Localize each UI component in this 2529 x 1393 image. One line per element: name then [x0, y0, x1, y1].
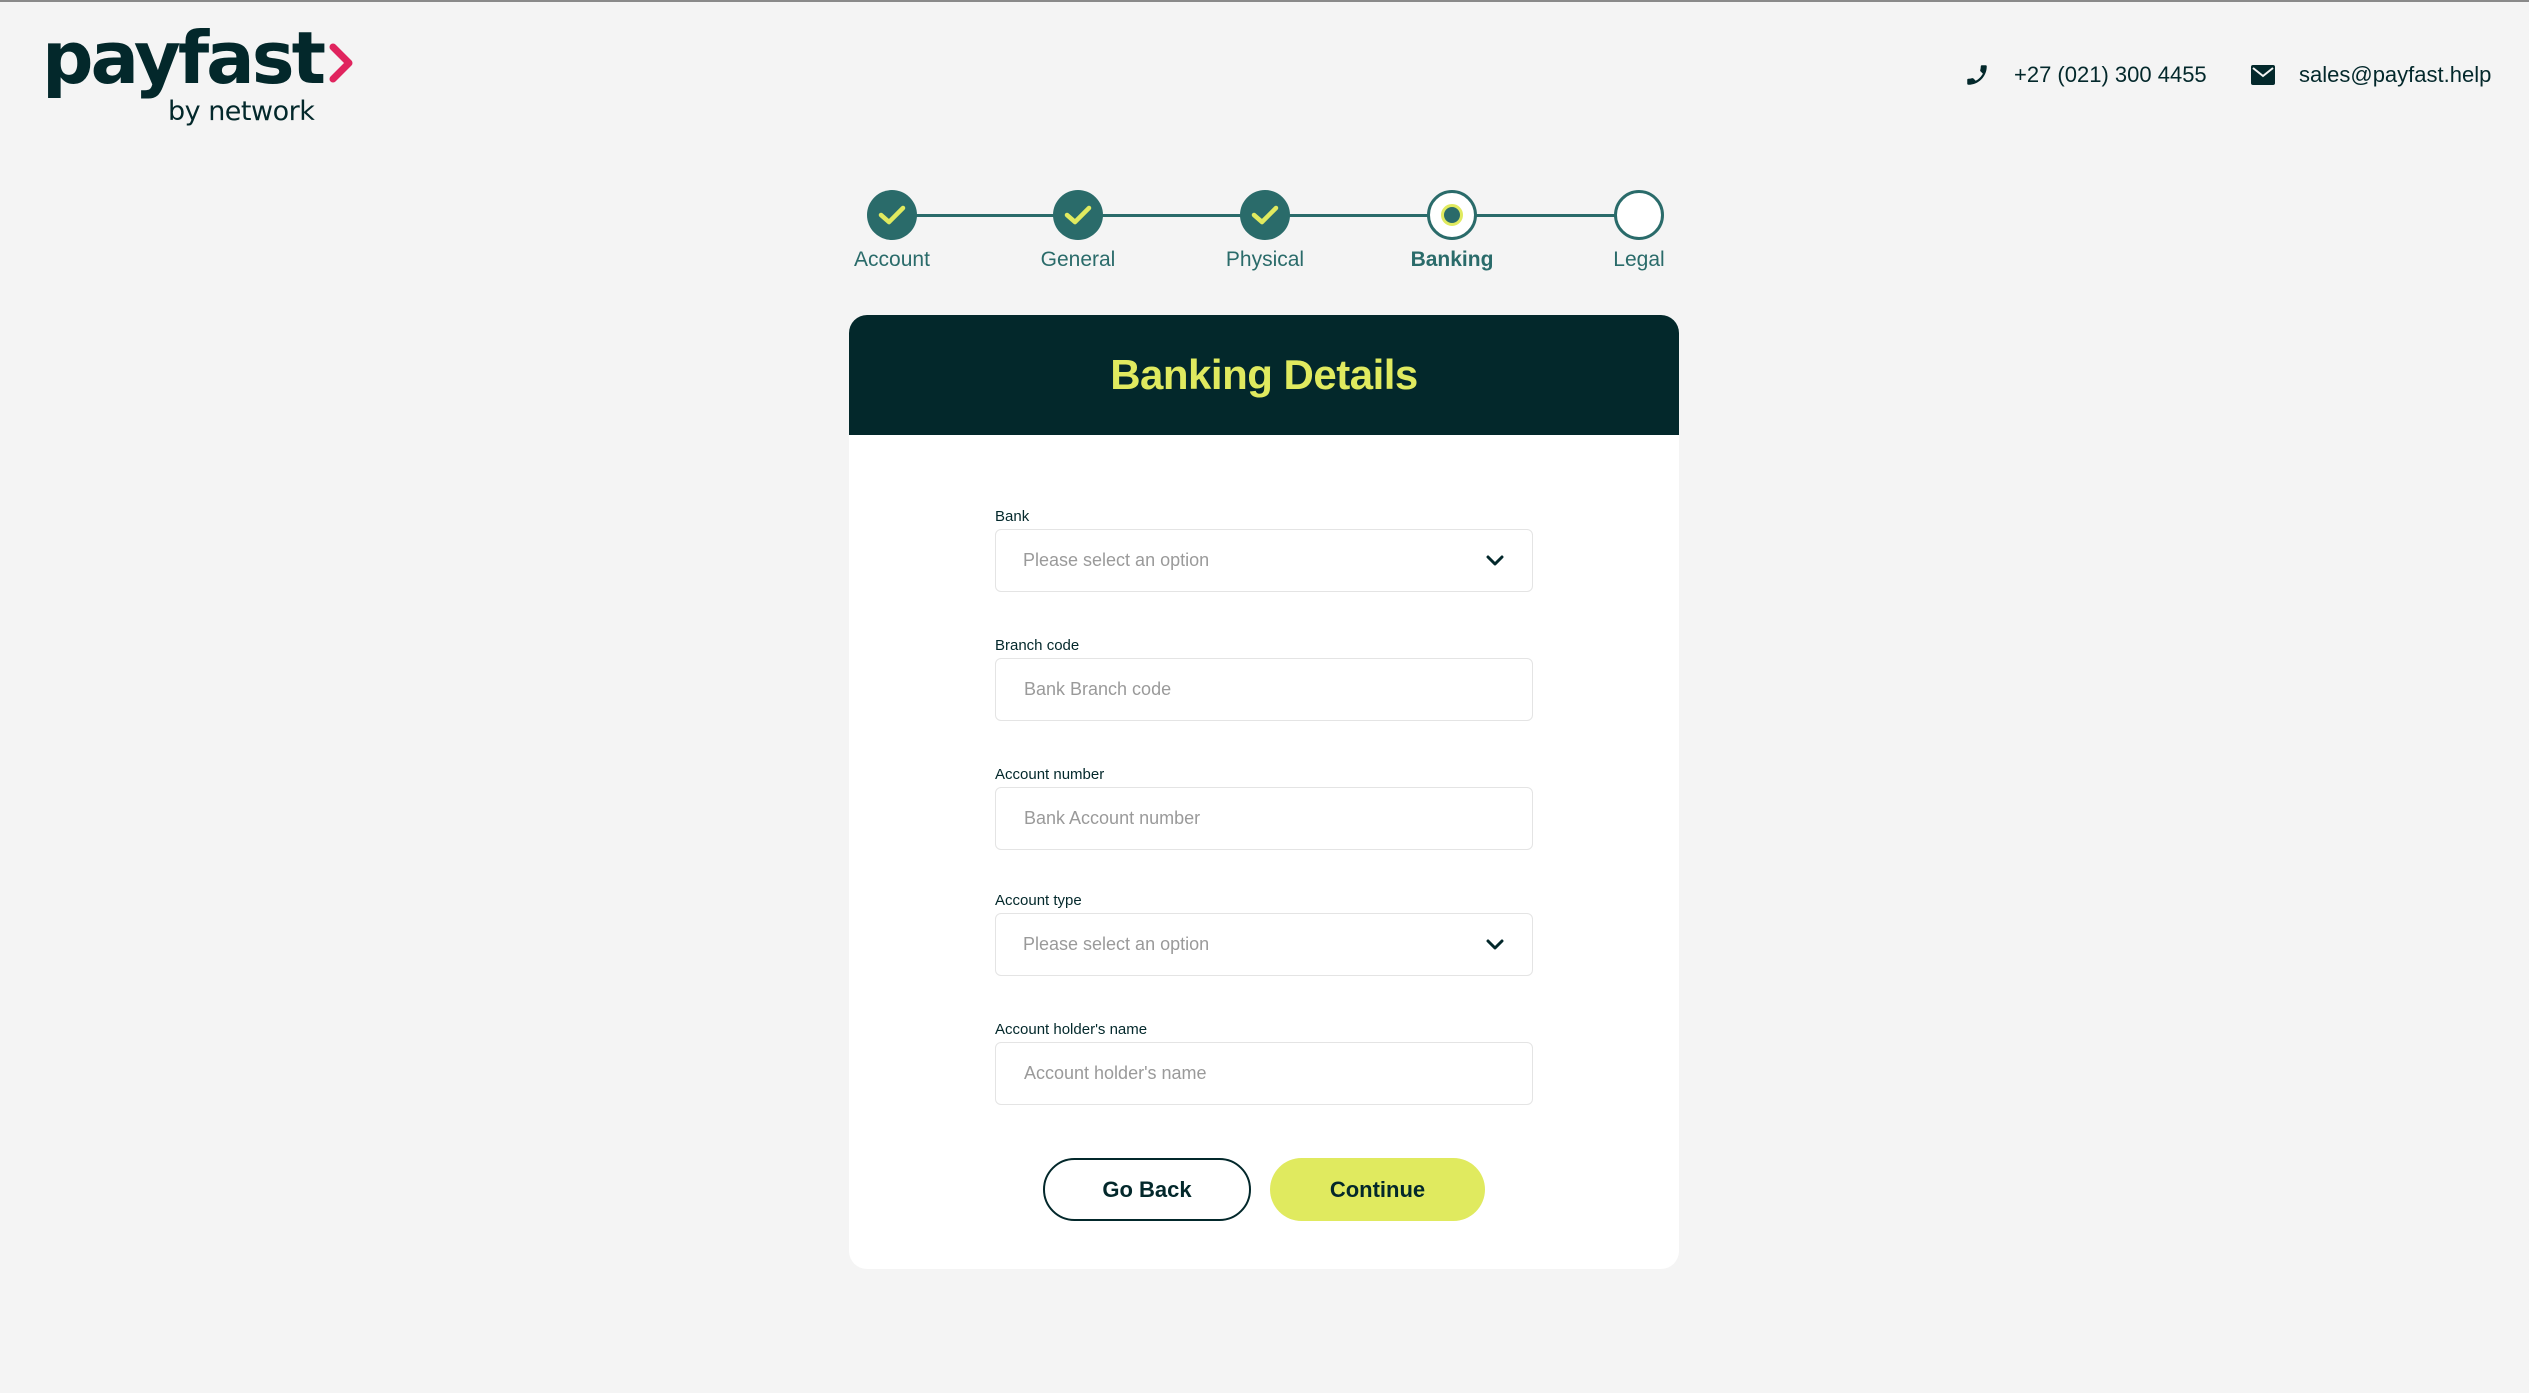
current-step-indicator — [1427, 190, 1477, 240]
branch-code-input[interactable]: Bank Branch code — [995, 658, 1533, 721]
account-type-field: Account type Please select an option — [995, 889, 1533, 976]
step-general[interactable]: General — [1008, 190, 1148, 272]
chevron-down-icon — [1486, 555, 1504, 565]
chevron-down-icon — [1486, 939, 1504, 949]
phone-number: +27 (021) 300 4455 — [2014, 62, 2207, 87]
continue-button[interactable]: Continue — [1270, 1158, 1485, 1221]
account-holder-label: Account holder's name — [995, 1021, 1148, 1038]
step-legal[interactable]: Legal — [1569, 190, 1709, 272]
phone-icon — [1967, 65, 1987, 85]
account-type-select-placeholder: Please select an option — [1023, 934, 1210, 954]
bank-label: Bank — [995, 508, 1030, 525]
bank-select[interactable]: Please select an option — [995, 529, 1533, 592]
card-header: Banking Details — [849, 315, 1679, 435]
contact-email[interactable]: sales@payfast.help — [2251, 62, 2491, 88]
account-holder-field: Account holder's name Account holder's n… — [995, 1018, 1533, 1105]
banking-form: Bank Please select an option Branch code… — [995, 505, 1533, 1105]
empty-step-circle-icon — [1614, 190, 1664, 240]
step-label: Account — [854, 248, 930, 271]
banking-details-card: Banking Details Bank Please select an op… — [849, 315, 1679, 1269]
step-label: Physical — [1225, 248, 1305, 271]
check-icon — [1240, 190, 1290, 240]
payfast-logo[interactable]: payfast by network — [42, 22, 355, 127]
bank-field: Bank Please select an option — [995, 505, 1533, 592]
card-title: Banking Details — [1110, 351, 1418, 398]
email-address: sales@payfast.help — [2299, 62, 2492, 87]
logo-text: payfast — [42, 16, 326, 100]
branch-code-field: Branch code Bank Branch code — [995, 634, 1533, 721]
current-dot-icon — [1441, 204, 1463, 226]
account-type-select[interactable]: Please select an option — [995, 913, 1533, 976]
branch-code-placeholder: Bank Branch code — [1024, 679, 1172, 699]
account-number-input[interactable]: Bank Account number — [995, 787, 1533, 850]
form-actions: Go Back Continue — [1043, 1158, 1485, 1221]
step-label: Banking — [1410, 248, 1494, 271]
logo-wordmark: payfast — [42, 22, 355, 94]
envelope-icon — [2251, 65, 2275, 85]
step-label: Legal — [1613, 248, 1665, 271]
branch-code-label: Branch code — [995, 637, 1080, 654]
step-label: General — [1040, 248, 1116, 271]
step-banking[interactable]: Banking — [1382, 190, 1522, 272]
account-type-label: Account type — [995, 892, 1082, 909]
logo-chevron-icon — [329, 22, 355, 94]
contact-phone[interactable]: +27 (021) 300 4455 — [1964, 62, 2207, 88]
check-icon — [1053, 190, 1103, 240]
account-number-field: Account number Bank Account number — [995, 763, 1533, 850]
account-number-label: Account number — [995, 766, 1105, 783]
logo-subtitle: by network — [168, 96, 315, 127]
progress-stepper: Account General Physical Banking Legal — [822, 190, 1722, 280]
account-holder-input[interactable]: Account holder's name — [995, 1042, 1533, 1105]
check-icon — [867, 190, 917, 240]
bank-select-placeholder: Please select an option — [1023, 550, 1210, 570]
step-account[interactable]: Account — [822, 190, 962, 272]
step-physical[interactable]: Physical — [1195, 190, 1335, 272]
account-number-placeholder: Bank Account number — [1024, 808, 1201, 828]
account-holder-placeholder: Account holder's name — [1024, 1063, 1207, 1083]
go-back-button[interactable]: Go Back — [1043, 1158, 1251, 1221]
